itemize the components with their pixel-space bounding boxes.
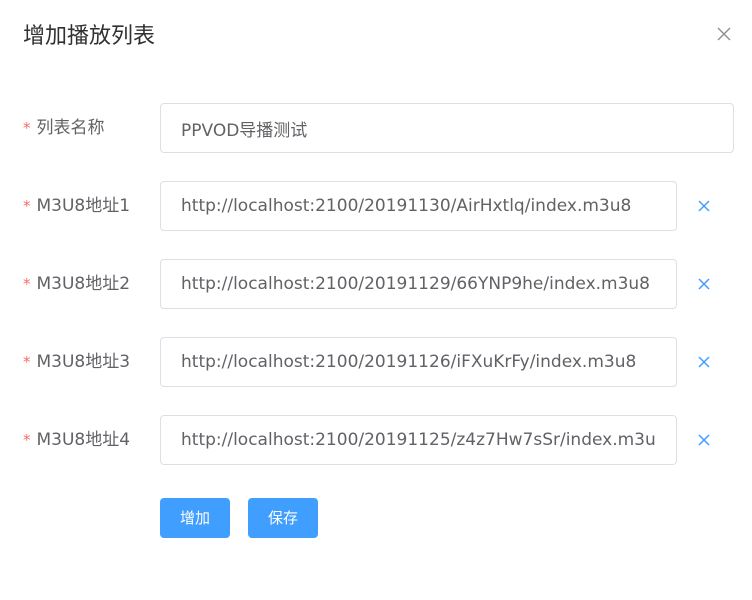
form-row-m3u8-4: * M3U8地址4 — [0, 415, 752, 465]
m3u8-url-label: * M3U8地址2 — [23, 259, 130, 309]
list-name-input[interactable] — [160, 103, 734, 153]
m3u8-url-label: * M3U8地址1 — [23, 181, 130, 231]
close-icon[interactable] — [714, 24, 734, 44]
close-icon[interactable] — [696, 354, 712, 370]
save-button[interactable]: 保存 — [248, 498, 318, 538]
add-playlist-dialog: 增加播放列表 * 列表名称 * M3U8地址1 * M3U8地址2 — [0, 0, 752, 600]
list-name-label-text: 列表名称 — [36, 118, 105, 138]
required-mark: * — [23, 197, 31, 215]
m3u8-url-input-2[interactable] — [160, 259, 677, 309]
form-row-m3u8-3: * M3U8地址3 — [0, 337, 752, 387]
m3u8-url-input-3[interactable] — [160, 337, 677, 387]
m3u8-url-label-text: M3U8地址3 — [36, 352, 131, 372]
dialog-title: 增加播放列表 — [23, 24, 156, 49]
close-icon[interactable] — [696, 198, 712, 214]
m3u8-url-label-text: M3U8地址2 — [36, 274, 131, 294]
m3u8-url-input-1[interactable] — [160, 181, 677, 231]
required-mark: * — [23, 353, 31, 371]
form-row-m3u8-1: * M3U8地址1 — [0, 181, 752, 231]
required-mark: * — [23, 431, 31, 449]
form-row-m3u8-2: * M3U8地址2 — [0, 259, 752, 309]
form-row-list-name: * 列表名称 — [0, 103, 752, 153]
m3u8-url-label-text: M3U8地址4 — [36, 430, 131, 450]
close-icon[interactable] — [696, 276, 712, 292]
add-button[interactable]: 增加 — [160, 498, 230, 538]
required-mark: * — [23, 275, 31, 293]
required-mark: * — [23, 119, 31, 137]
m3u8-url-label: * M3U8地址4 — [23, 415, 130, 465]
list-name-label: * 列表名称 — [23, 103, 105, 153]
m3u8-url-label: * M3U8地址3 — [23, 337, 130, 387]
m3u8-url-input-4[interactable] — [160, 415, 677, 465]
m3u8-url-label-text: M3U8地址1 — [36, 196, 131, 216]
close-icon[interactable] — [696, 432, 712, 448]
